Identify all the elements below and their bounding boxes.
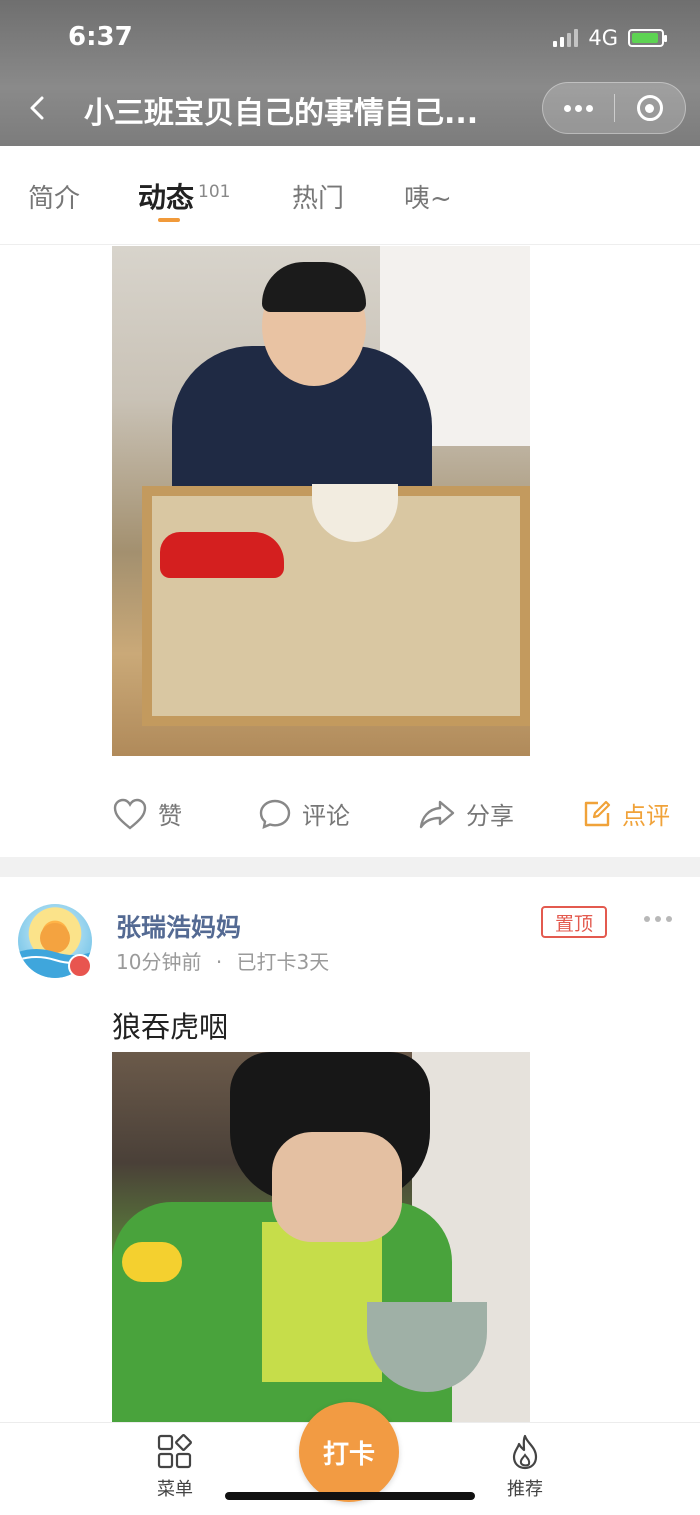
back-button[interactable] [18,88,58,128]
active-tab-indicator [158,218,180,222]
target-icon [636,95,663,121]
post-author[interactable]: 张瑞浩妈妈 [116,908,241,944]
battery-icon [628,29,667,47]
like-button[interactable]: 赞 [112,796,182,831]
status-time: 6:37 [68,22,133,52]
checkin-days: 已打卡3天 [236,950,330,974]
home-indicator [225,1492,475,1500]
signal-icon [553,29,579,47]
heart-icon [113,798,147,830]
mini-program-capsule [542,82,686,134]
more-dots-icon [563,104,593,112]
network-type: 4G [588,26,618,50]
tab-activity[interactable]: 动态 101 [138,176,230,216]
close-mini-program-button[interactable] [615,83,686,133]
share-button[interactable]: 分享 [418,796,514,831]
post-photo[interactable] [112,246,530,756]
menu-tab[interactable]: 菜单 [135,1433,215,1501]
flame-icon [512,1434,538,1470]
activity-count: 101 [198,182,231,202]
comment-button[interactable]: 评论 [258,796,350,831]
comment-bubble-icon [259,799,291,829]
status-indicators: 4G [553,26,667,50]
tab-bar: 简介 动态 101 热门 咦~ [0,146,700,245]
page-title: 小三班宝贝自己的事情自己... [84,96,479,131]
post-meta: 10分钟前 · 已打卡3天 [116,946,329,975]
post-actions: 赞 评论 分享 点评 [0,786,700,838]
tab-other[interactable]: 咦~ [404,178,452,215]
post-more-button[interactable] [644,916,672,922]
recommend-tab[interactable]: 推荐 [485,1433,565,1501]
menu-grid-icon [157,1434,192,1469]
chevron-left-icon [30,96,44,120]
verified-badge-icon [68,954,92,978]
post-time: 10分钟前 [116,950,202,974]
tab-hot[interactable]: 热门 [292,178,344,215]
post-text: 狼吞虎咽 [112,1010,229,1044]
more-dot-icon [644,916,650,922]
post-photo[interactable] [112,1052,530,1422]
checkin-button[interactable]: 打卡 [299,1402,399,1502]
tab-intro[interactable]: 简介 [28,178,80,215]
pinned-badge: 置顶 [541,906,607,938]
post-divider [0,857,700,877]
edit-note-icon [584,800,611,826]
navigation-header: 6:37 4G 小三班宝贝自己的事情自己... [0,0,700,146]
review-button[interactable]: 点评 [582,796,670,831]
more-menu-button[interactable] [543,83,614,133]
meta-separator: · [215,950,223,974]
share-arrow-icon [419,800,455,828]
